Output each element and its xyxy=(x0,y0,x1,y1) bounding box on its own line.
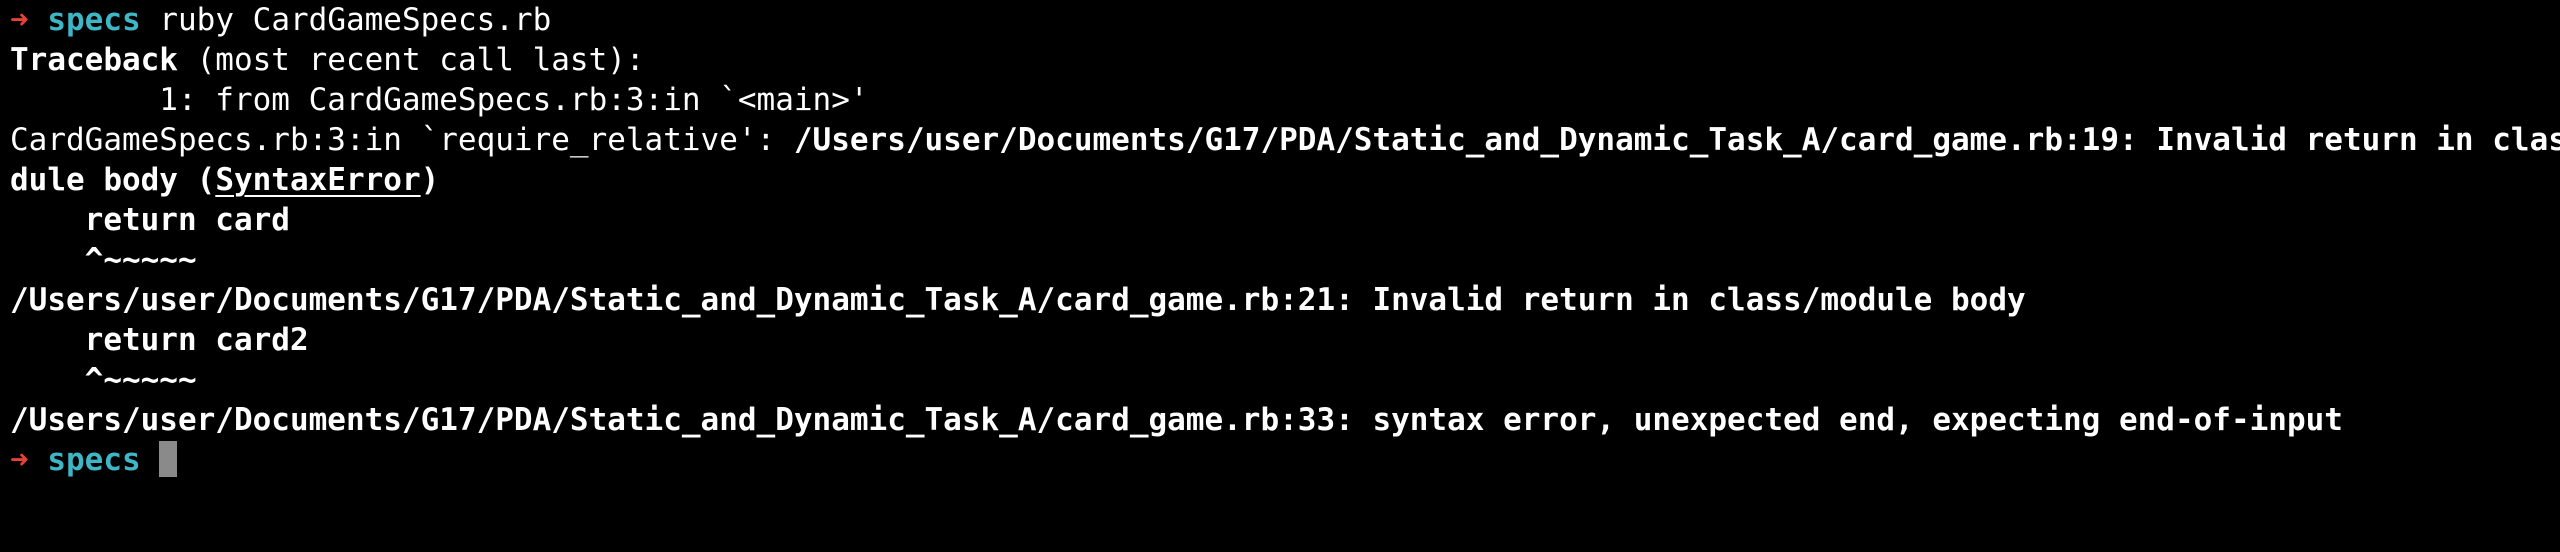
caret-marker-2: ^~~~~~ xyxy=(10,362,197,398)
prompt-line[interactable]: ➜ specs xyxy=(10,440,2560,480)
prompt-arrow-icon: ➜ xyxy=(10,2,29,38)
wrap-suffix: ) xyxy=(420,162,440,198)
syntax-error-class: SyntaxError xyxy=(215,162,421,198)
require-prefix: CardGameSpecs.rb:3:in `require_relative'… xyxy=(10,122,794,158)
prompt-arrow-icon: ➜ xyxy=(10,442,29,478)
traceback-header: Traceback (most recent call last): xyxy=(10,40,2560,80)
prompt-directory: specs xyxy=(47,442,141,478)
caret-marker-1: ^~~~~~ xyxy=(10,242,197,278)
prompt-directory: specs xyxy=(47,2,141,38)
command-text: ruby CardGameSpecs.rb xyxy=(159,2,552,38)
require-error-message: /Users/user/Documents/G17/PDA/Static_and… xyxy=(793,122,2560,158)
text-cursor[interactable] xyxy=(159,441,178,477)
traceback-from-line: 1: from CardGameSpecs.rb:3:in `<main>' xyxy=(10,82,869,118)
require-error-wrap-line: dule body (SyntaxError) xyxy=(10,160,2560,200)
code-snippet-1: return card xyxy=(10,202,290,238)
terminal-window[interactable]: ➜ specs ruby CardGameSpecs.rb Traceback … xyxy=(0,0,2560,552)
code-snippet-2: return card2 xyxy=(10,322,309,358)
traceback-rest: (most recent call last): xyxy=(177,42,645,78)
require-error-line: CardGameSpecs.rb:3:in `require_relative'… xyxy=(10,120,2560,160)
traceback-label: Traceback xyxy=(10,42,178,78)
error-line-2: /Users/user/Documents/G17/PDA/Static_and… xyxy=(10,282,2026,318)
error-line-3: /Users/user/Documents/G17/PDA/Static_and… xyxy=(10,402,2343,438)
command-line: ➜ specs ruby CardGameSpecs.rb xyxy=(10,0,2560,40)
wrap-prefix: dule body ( xyxy=(10,162,216,198)
